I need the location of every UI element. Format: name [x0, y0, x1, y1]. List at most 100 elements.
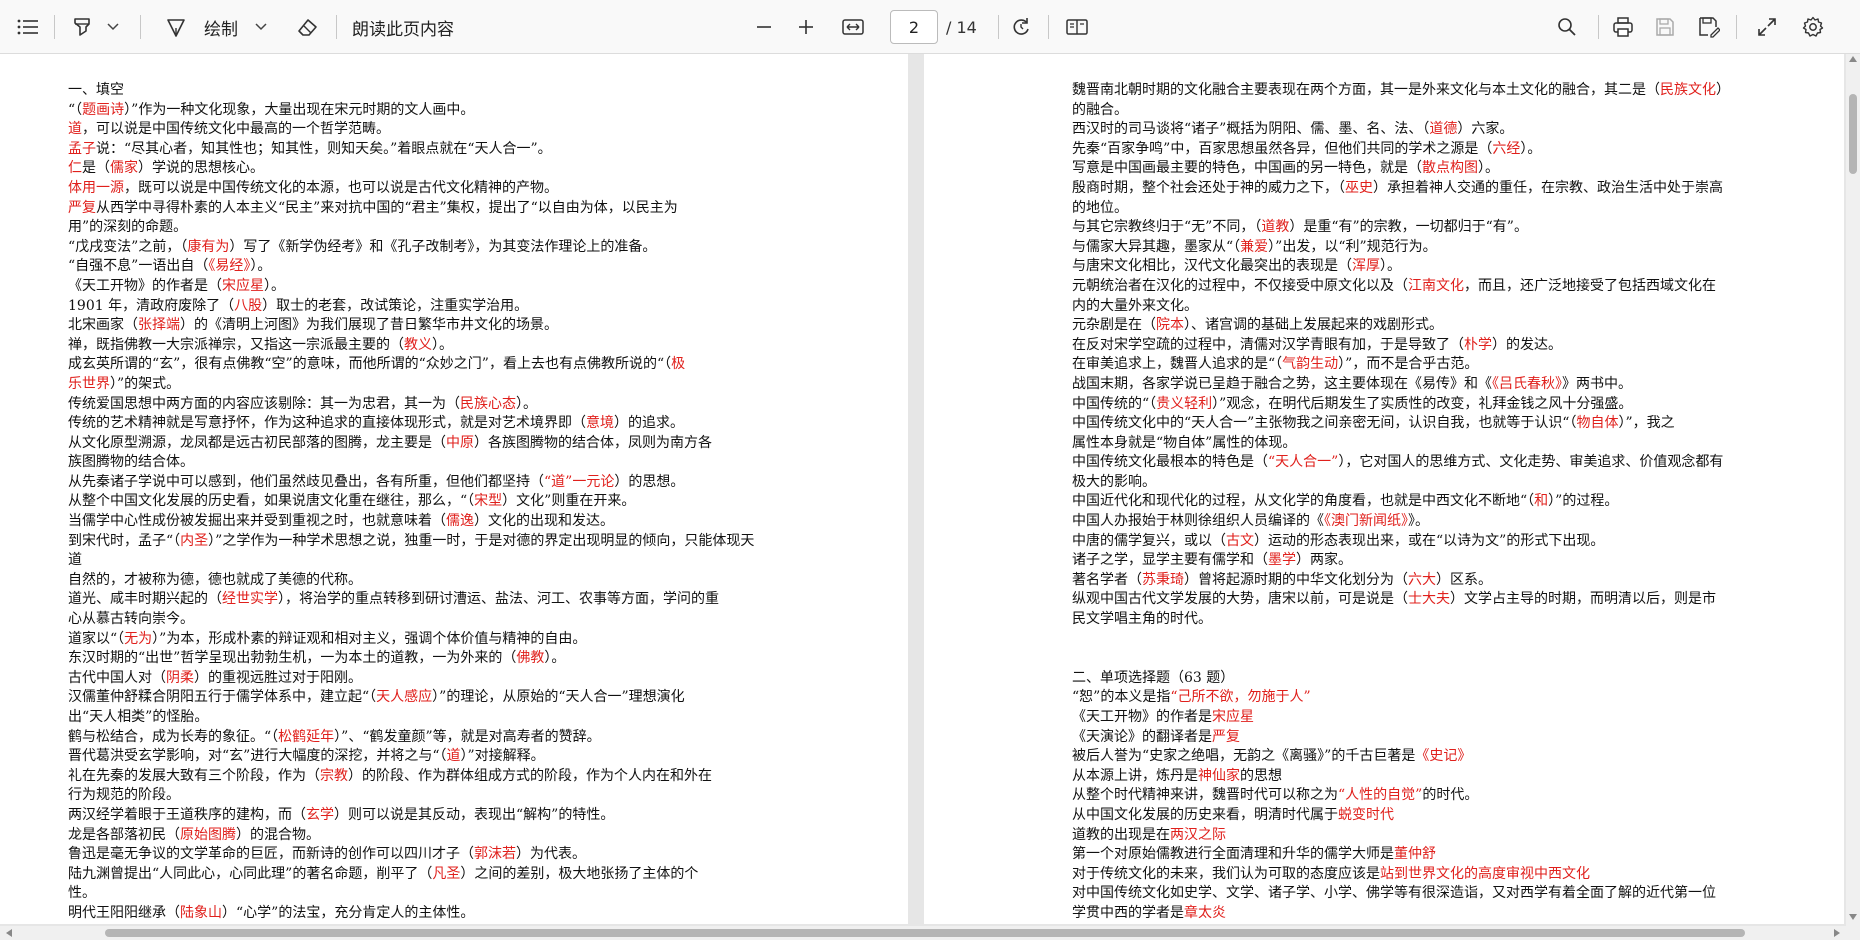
text-line: 礼在先秦的发展大致有三个阶段，作为（宗教）的阶段、作为群体组成方式的阶段，作为个…	[68, 767, 762, 787]
answer-text: 物自体	[1576, 415, 1619, 432]
text-line: 战国末期，各家学说已呈趋于融合之势，这主要体现在《易传》和《《吕氏春秋》》两书中…	[1072, 375, 1772, 395]
text-segment: ，既可以说是中国传统文化的本源，也可以说是古代文化精神的产物。	[124, 179, 558, 196]
scroll-left-arrow[interactable]	[6, 929, 12, 937]
search-icon[interactable]	[1550, 0, 1584, 54]
answer-text: 康有为	[187, 238, 230, 255]
text-line: “自强不息”一语出自（《易经》）。	[68, 257, 762, 277]
answer-text: 六大	[1408, 571, 1436, 588]
chevron-down-icon[interactable]	[100, 0, 126, 54]
scroll-up-arrow[interactable]	[1849, 56, 1857, 62]
text-segment: 晋代葛洪受玄学影响，对“玄”进行大幅度的深挖，并将之与“（	[68, 748, 447, 765]
text-line: 明代王阳阳继承（陆象山）“心学”的法宝，充分肯定人的主体性。	[68, 904, 762, 924]
text-segment: 》。	[1408, 513, 1429, 530]
text-segment: ）的思想。	[614, 473, 685, 490]
text-segment: 著名学者（	[1072, 571, 1142, 588]
answer-text: 神仙家	[1198, 767, 1240, 784]
text-segment: 》两书中。	[1562, 375, 1632, 392]
rotate-icon[interactable]	[1004, 0, 1038, 54]
toolbar-separator	[998, 15, 999, 39]
text-line	[1072, 630, 1772, 650]
pen-icon[interactable]	[160, 0, 192, 54]
text-segment: ）的阶段、作为群体组成方式的阶段，作为个人内在和外在	[348, 767, 712, 784]
text-segment: ）运动的形态表现出来，或在“以诗为文”的形式下出现。	[1254, 532, 1605, 549]
gear-icon[interactable]	[1796, 0, 1830, 54]
text-segment: 北宋画家（	[68, 317, 138, 334]
text-segment: 两汉经学着眼于王道秩序的建构，而（	[68, 806, 306, 823]
fit-width-icon[interactable]	[836, 0, 870, 54]
page-view-icon[interactable]	[1060, 0, 1094, 54]
text-segment: 性。	[68, 885, 96, 902]
answer-text: 站到世界文化的高度审视中西文化	[1380, 865, 1590, 882]
scroll-right-arrow[interactable]	[1834, 929, 1840, 937]
draw-label[interactable]: 绘制	[200, 0, 242, 54]
text-segment: 魏晋南北朝时期的文化融合主要表现在两个方面，其一是外来文化与本土文化的融合，其二…	[1072, 82, 1660, 98]
text-line: 极大的影响。	[1072, 473, 1772, 493]
text-line: 对中国传统文化如史学、文学、诸子学、小学、佛学等有很深造诣，又对西学有着全面了解…	[1072, 884, 1772, 904]
text-line: 一、填空	[68, 81, 762, 101]
text-segment: ）“心学”的法宝，充分肯定人的主体性。	[222, 904, 475, 921]
text-segment: 道教的出现是在	[1072, 826, 1170, 843]
text-line: 魏晋南北朝时期的文化融合主要表现在两个方面，其一是外来文化与本土文化的融合，其二…	[1072, 81, 1772, 101]
minus-icon[interactable]	[748, 0, 780, 54]
text-segment: 战国末期，各家学说已呈趋于融合之势，这主要体现在《易传》和《	[1072, 375, 1492, 392]
answer-text: 散点构图	[1422, 160, 1478, 177]
text-line: 从整个时代精神来讲，魏晋时代可以称之为“人性的自觉”的时代。	[1072, 786, 1772, 806]
text-segment: 汉儒董仲舒糅合阴阳五行于儒学体系中，建立起“（	[68, 689, 377, 706]
text-segment: ）六家。	[1457, 121, 1514, 138]
text-segment: ）的发达。	[1492, 336, 1562, 353]
read-aloud-button[interactable]: 朗读此页内容	[352, 0, 464, 54]
text-segment: 在反对宋学空疏的过程中，清儒对汉学青眼有加，于是导致了（	[1072, 336, 1464, 353]
text-line: 自然的，才被称为德，德也就成了美德的代称。	[68, 571, 762, 591]
scroll-down-arrow[interactable]	[1849, 914, 1857, 920]
chevron-down-icon[interactable]	[248, 0, 274, 54]
text-line: 出“天人相类”的怪胎。	[68, 708, 762, 728]
eraser-icon[interactable]	[290, 0, 324, 54]
text-segment: 从中国文化发展的历史来看，明清时代属于	[1072, 806, 1338, 823]
expand-icon[interactable]	[1750, 0, 1784, 54]
horizontal-scrollbar[interactable]	[0, 926, 1846, 940]
text-segment: 出“天人相类”的怪胎。	[68, 709, 209, 725]
print-icon[interactable]	[1606, 0, 1640, 54]
text-line: 与其它宗教终归于“无”不同，（道教）是重“有”的宗教，一切都归于“有”。	[1072, 218, 1772, 238]
text-line: 对于传统文化的未来，我们认为可取的态度应该是站到世界文化的高度审视中西文化	[1072, 865, 1772, 885]
text-line: 传统的艺术精神就是写意抒怀，作为这种追求的直接体现形式，就是对艺术境界即（意境）…	[68, 414, 762, 434]
text-line	[1072, 649, 1772, 669]
answer-text: 张择端	[138, 317, 180, 334]
text-segment: ）两家。	[1296, 552, 1352, 569]
text-line: 民文学唱主角的时代。	[1072, 610, 1772, 630]
text-line: 从中国文化发展的历史来看，明清时代属于蜕变时代	[1072, 806, 1772, 826]
highlighter-icon[interactable]	[66, 0, 98, 54]
save-as-icon[interactable]	[1692, 0, 1726, 54]
document-viewer[interactable]: 一、填空 “（题画诗）”作为一种文化现象，大量出现在宋元时期的文人画中。 道，可以说…	[0, 54, 1860, 940]
text-segment: 是（	[82, 160, 110, 177]
answer-text: 乐世界	[68, 375, 110, 392]
text-segment: 元朝统治者在汉化的过程中，不仅接受中原文化以及（	[1072, 277, 1408, 294]
text-segment: “恕”的本义是指	[1072, 689, 1171, 706]
text-segment: ）”，而不是合乎古范。	[1338, 356, 1479, 373]
text-line: 东汉时期的“出世”哲学呈现出勃勃生机，一为本土的道教，一为外来的（佛教）。	[68, 649, 762, 669]
text-segment: ）的追求。	[614, 415, 684, 432]
vertical-scroll-thumb[interactable]	[1849, 94, 1857, 174]
horizontal-scroll-thumb[interactable]	[105, 929, 1745, 937]
text-segment: 学贯中西的学者是	[1072, 904, 1184, 921]
text-line: 仁是（儒家）学说的思想核心。	[68, 159, 762, 179]
plus-icon[interactable]	[790, 0, 822, 54]
list-icon[interactable]	[12, 0, 44, 54]
text-segment: 道家以“（	[68, 630, 125, 647]
text-segment: “自强不息”一语出自（	[68, 258, 209, 275]
text-segment: ）”的架式。	[110, 375, 181, 392]
text-segment: ）的重视远胜过对于阳刚。	[194, 669, 362, 686]
vertical-scrollbar[interactable]	[1846, 54, 1860, 940]
text-line: 殷商时期，整个社会还处于神的威力之下，（巫史）承担着神人交通的重任，在宗教、政治…	[1072, 179, 1772, 199]
answer-text: 兼爱	[1240, 238, 1269, 255]
answer-text: 气韵生动	[1282, 356, 1339, 373]
page-number-input[interactable]	[890, 10, 938, 44]
toolbar-separator	[140, 15, 141, 39]
save-icon[interactable]	[1648, 0, 1682, 54]
answer-text: 孟子	[68, 140, 96, 157]
text-segment: 在审美追求上，魏晋人追求的是“（	[1072, 356, 1283, 373]
text-segment: ）。	[1478, 160, 1499, 177]
text-line: 在反对宋学空疏的过程中，清儒对汉学青眼有加，于是导致了（朴学）的发达。	[1072, 336, 1772, 356]
text-line: 从本源上讲，炼丹是神仙家的思想	[1072, 767, 1772, 787]
text-line: 禅，既指佛教一大宗派禅宗，又指这一宗派最主要的（教义）。	[68, 336, 762, 356]
